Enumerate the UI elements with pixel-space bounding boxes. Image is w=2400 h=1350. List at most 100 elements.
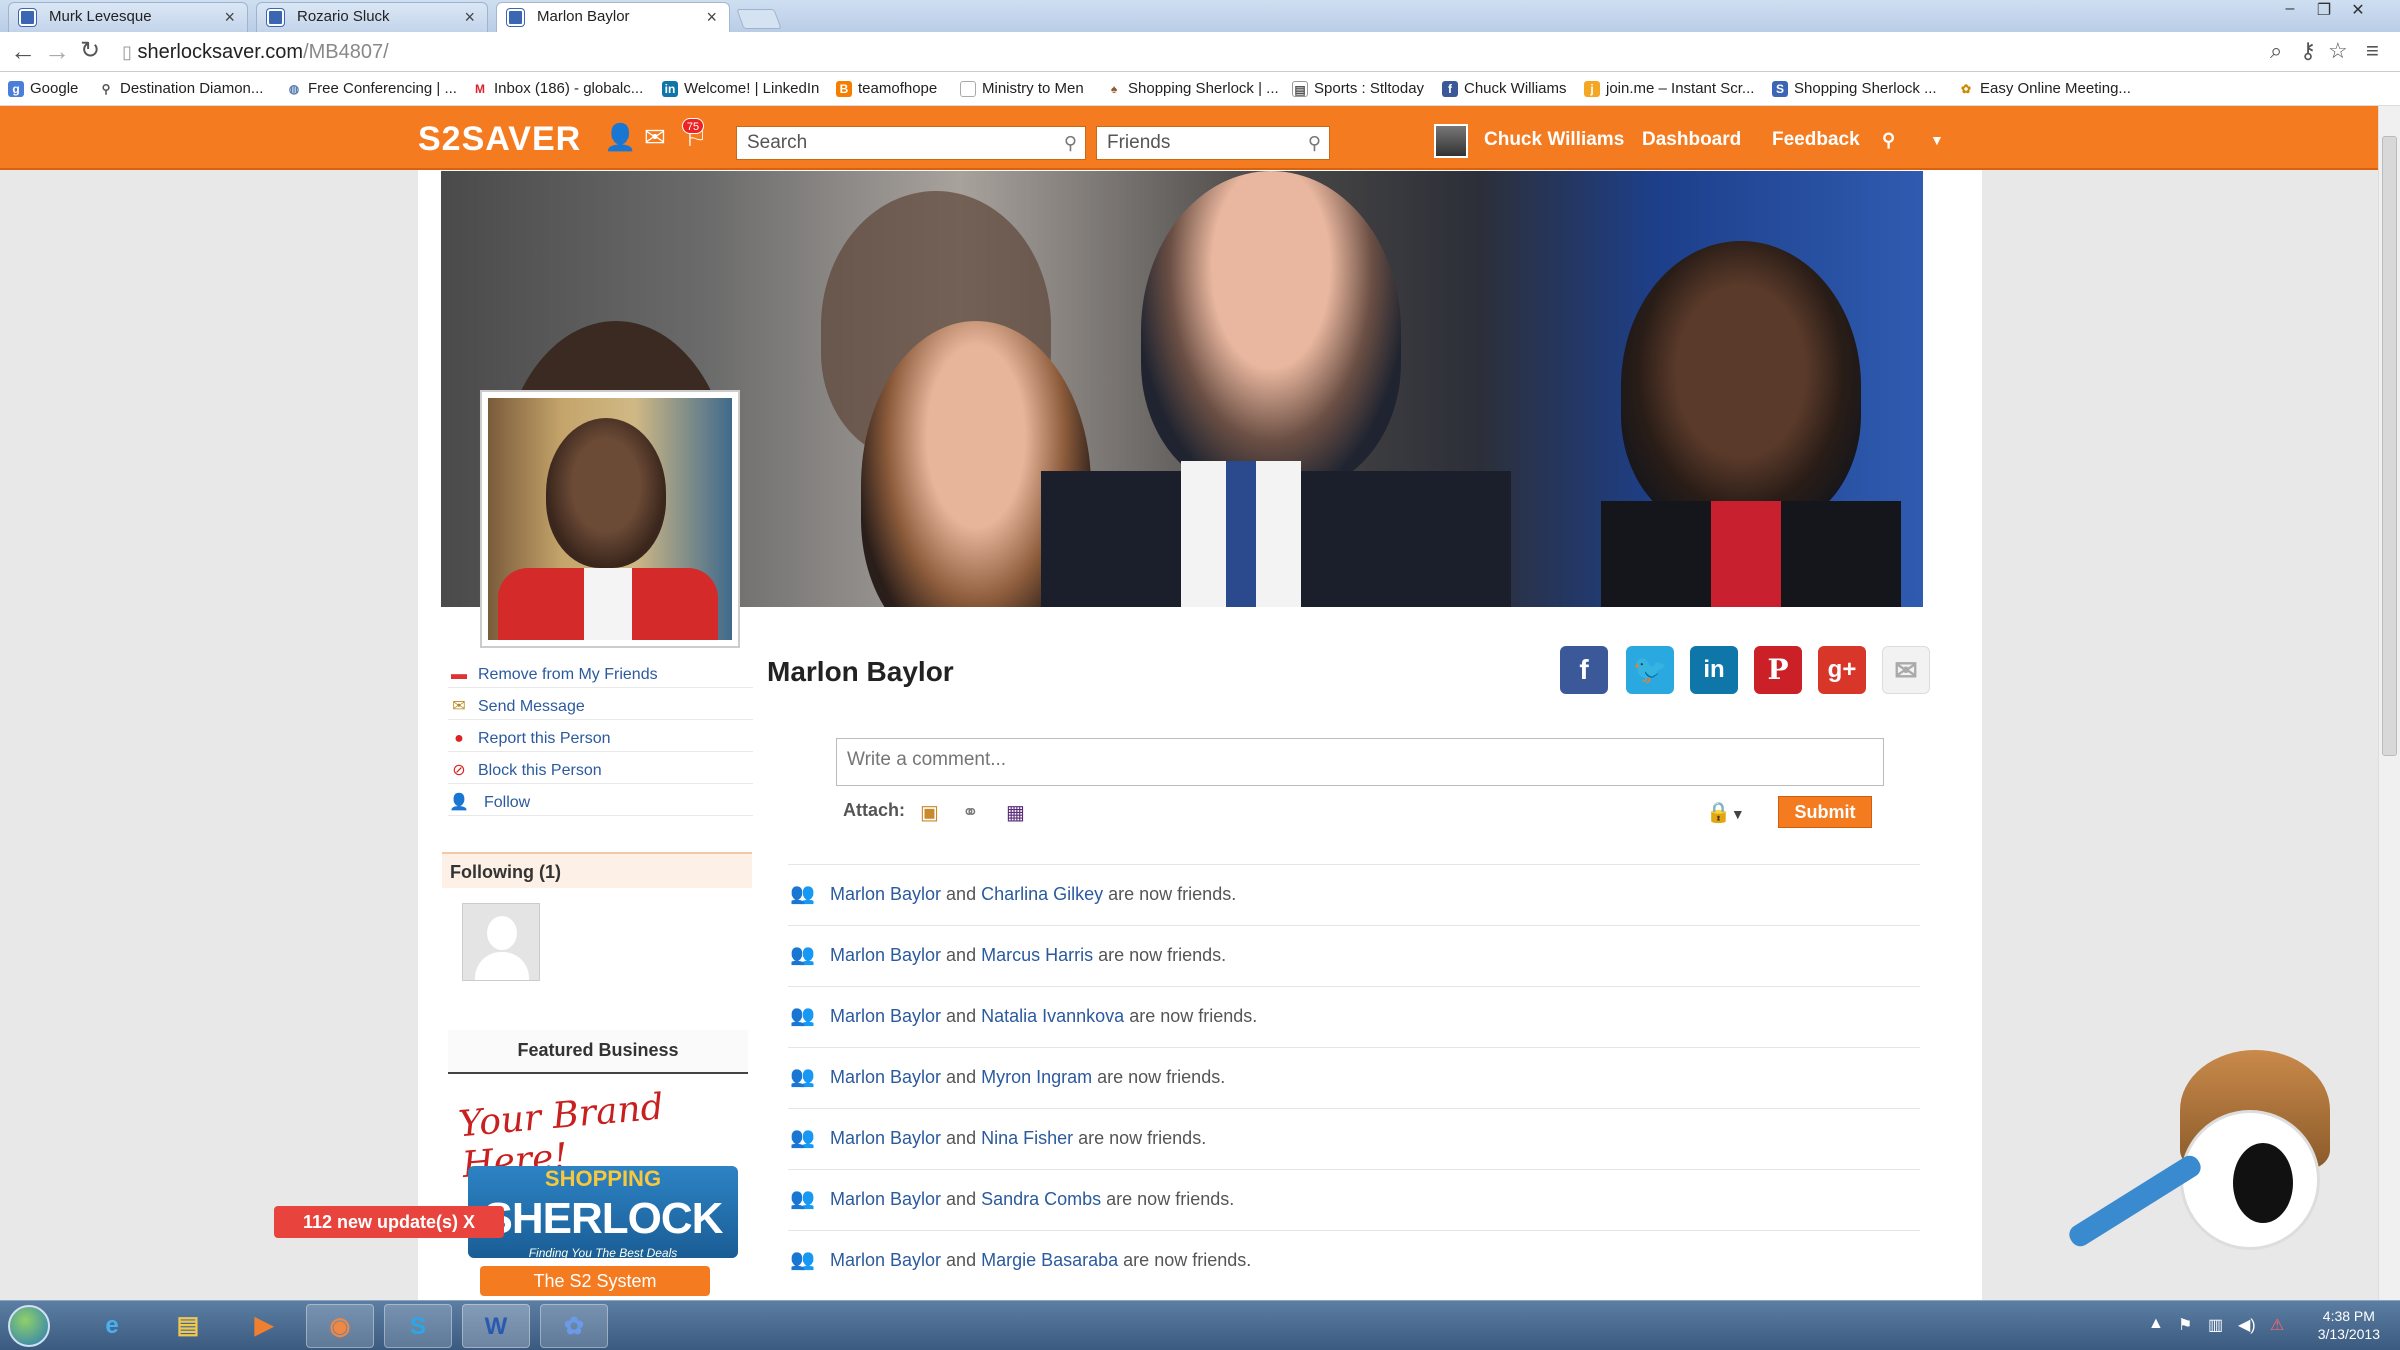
sherlock-mascot[interactable] [2040, 1040, 2350, 1280]
feed-person-link[interactable]: Marlon Baylor [830, 1189, 941, 1209]
block-person-link[interactable]: ⊘ Block this Person [448, 758, 753, 784]
googleplus-share-icon[interactable]: g+ [1818, 646, 1866, 694]
feed-friend-link[interactable]: Myron Ingram [981, 1067, 1092, 1087]
friends-search-input[interactable]: Friends ⚲ [1096, 126, 1330, 160]
attach-video-icon[interactable]: ▦ [1006, 800, 1025, 825]
internet-explorer-icon[interactable]: e [78, 1304, 146, 1348]
browser-tab-active[interactable]: Marlon Baylor × [496, 2, 730, 32]
bookmark-item[interactable]: ♠ Shopping Sherlock | ... [1106, 78, 1279, 100]
friend-requests-icon[interactable]: 👤 [604, 122, 636, 153]
search-input[interactable]: Search ⚲ [736, 126, 1086, 160]
bookmark-item[interactable]: ◍ Free Conferencing | ... [286, 78, 457, 100]
forward-arrow-icon[interactable]: → [44, 36, 70, 67]
submit-button[interactable]: Submit [1778, 796, 1872, 828]
feed-friend-link[interactable]: Margie Basaraba [981, 1250, 1118, 1270]
email-share-icon[interactable]: ✉ [1882, 646, 1930, 694]
bookmark-item[interactable]: f Chuck Williams [1442, 78, 1567, 100]
twitter-share-icon[interactable]: 🐦 [1626, 646, 1674, 694]
bookmark-item[interactable]: ▤ Sports : Stltoday [1292, 78, 1424, 100]
feed-person-link[interactable]: Marlon Baylor [830, 884, 941, 904]
s2-system-button[interactable]: The S2 System [480, 1266, 710, 1296]
address-bar[interactable]: ▯ sherlocksaver.com/MB4807/ [122, 36, 2288, 68]
feed-friend-link[interactable]: Charlina Gilkey [981, 884, 1103, 904]
featured-business-ad[interactable]: Your Brand Here! SHOPPING SHERLOCK Findi… [456, 1086, 742, 1300]
bookmark-star-icon[interactable]: ☆ [2328, 38, 2348, 64]
bookmark-item[interactable]: M Inbox (186) - globalc... [472, 78, 643, 100]
close-tab-icon[interactable]: × [464, 3, 475, 31]
pinterest-share-icon[interactable]: P [1754, 646, 1802, 694]
back-arrow-icon[interactable]: ← [10, 36, 36, 67]
site-favicon-icon [507, 9, 524, 26]
profile-photo[interactable] [480, 390, 740, 648]
follow-link[interactable]: 👤 Follow [448, 790, 753, 816]
bookmark-item[interactable]: j join.me – Instant Scr... [1584, 78, 1754, 100]
file-explorer-icon[interactable]: ▤ [154, 1304, 222, 1348]
close-window-icon[interactable]: ✕ [2344, 0, 2372, 20]
start-button[interactable] [8, 1305, 50, 1347]
action-center-flag-icon[interactable]: ⚑ [2178, 1315, 2192, 1335]
search-icon[interactable]: ⚲ [1882, 126, 1895, 154]
bookmark-item[interactable]: g Google [8, 78, 78, 100]
new-tab-button[interactable] [736, 9, 782, 29]
chevron-down-icon[interactable]: ▼ [1930, 126, 1944, 154]
feed-person-link[interactable]: Marlon Baylor [830, 1006, 941, 1026]
new-updates-badge[interactable]: 112 new update(s) X [274, 1206, 504, 1238]
minimize-window-icon[interactable]: – [2276, 0, 2304, 20]
feed-friend-link[interactable]: Natalia Ivannkova [981, 1006, 1124, 1026]
feed-person-link[interactable]: Marlon Baylor [830, 1067, 941, 1087]
security-icon[interactable]: ⚠ [2270, 1315, 2284, 1335]
app-flower-icon[interactable]: ✿ [540, 1304, 608, 1348]
bookmark-item[interactable]: ✿ Easy Online Meeting... [1958, 78, 2131, 100]
chrome-icon[interactable]: ◉ [306, 1304, 374, 1348]
tray-arrow-icon[interactable]: ▲ [2148, 1315, 2164, 1333]
restore-window-icon[interactable]: ❐ [2310, 0, 2338, 20]
zoom-icon[interactable]: ⌕ [2270, 38, 2282, 64]
windows-taskbar: e ▤ ▶ ◉ S W ✿ ▲ ⚑ ▥ ◀) ⚠ 4:38 PM 3/13/20… [0, 1300, 2400, 1350]
search-icon[interactable]: ⚲ [1308, 127, 1321, 159]
feed-friend-link[interactable]: Sandra Combs [981, 1189, 1101, 1209]
dashboard-link[interactable]: Dashboard [1642, 126, 1741, 154]
browser-tab[interactable]: Murk Levesque × [8, 2, 248, 32]
close-tab-icon[interactable]: × [706, 3, 717, 31]
feed-friend-link[interactable]: Nina Fisher [981, 1128, 1073, 1148]
facebook-share-icon[interactable]: f [1560, 646, 1608, 694]
feed-friend-link[interactable]: Marcus Harris [981, 945, 1093, 965]
bookmark-item[interactable]: Bteamofhope [836, 78, 937, 100]
search-icon[interactable]: ⚲ [1064, 127, 1077, 159]
key-icon[interactable]: ⚷ [2300, 38, 2316, 64]
remove-friend-link[interactable]: ▬ Remove from My Friends [448, 662, 753, 688]
send-message-link[interactable]: ✉ Send Message [448, 694, 753, 720]
system-clock[interactable]: 4:38 PM 3/13/2013 [2318, 1307, 2380, 1343]
user-name-link[interactable]: Chuck Williams [1484, 126, 1624, 154]
bookmark-item[interactable]: Ministry to Men [960, 78, 1084, 100]
report-person-link[interactable]: ● Report this Person [448, 726, 753, 752]
following-avatar[interactable] [462, 903, 540, 981]
feed-person-link[interactable]: Marlon Baylor [830, 945, 941, 965]
site-logo[interactable]: S2SAVER [418, 120, 581, 159]
user-avatar[interactable] [1434, 124, 1468, 158]
attach-link-icon[interactable]: ⚭ [962, 800, 979, 825]
reload-icon[interactable]: ↻ [80, 36, 100, 65]
scrollbar-thumb[interactable] [2382, 136, 2397, 756]
volume-icon[interactable]: ◀) [2238, 1315, 2256, 1335]
browser-tab[interactable]: Rozario Sluck × [256, 2, 488, 32]
comment-input[interactable] [836, 738, 1884, 786]
bookmark-item[interactable]: in Welcome! | LinkedIn [662, 78, 819, 100]
chrome-menu-icon[interactable]: ≡ [2366, 38, 2379, 64]
skype-icon[interactable]: S [384, 1304, 452, 1348]
feed-person-link[interactable]: Marlon Baylor [830, 1250, 941, 1270]
feedback-link[interactable]: Feedback [1772, 126, 1860, 154]
attach-photo-icon[interactable]: ▣ [920, 800, 939, 825]
linkedin-share-icon[interactable]: in [1690, 646, 1738, 694]
feed-person-link[interactable]: Marlon Baylor [830, 1128, 941, 1148]
bookmark-item[interactable]: ⚲ Destination Diamon... [98, 78, 263, 100]
messages-icon[interactable]: ✉ [644, 122, 666, 153]
media-player-icon[interactable]: ▶ [230, 1304, 298, 1348]
network-icon[interactable]: ▥ [2208, 1315, 2223, 1335]
close-tab-icon[interactable]: × [224, 3, 235, 31]
tab-title: Murk Levesque [49, 8, 152, 25]
word-icon[interactable]: W [462, 1304, 530, 1348]
bookmark-item[interactable]: S Shopping Sherlock ... [1772, 78, 1937, 100]
privacy-lock-icon[interactable]: 🔒▼ [1706, 800, 1745, 825]
page-scrollbar[interactable] [2378, 106, 2400, 1300]
